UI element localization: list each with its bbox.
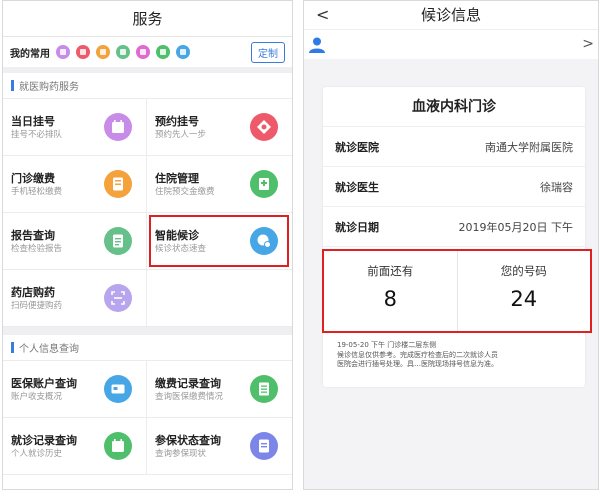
service-tile[interactable]: 医保账户查询 账户收支概况: [3, 361, 147, 418]
note-line: 候诊信息仅供参考。完成医疗检查后的二次就诊人员: [337, 350, 498, 359]
waiting-info-screen: < 候诊信息 > 血液内科门诊 就诊医院 南通大学附属医院就诊医生 徐瑞容就诊日期 2…: [303, 0, 599, 490]
favorite-app-icon[interactable]: [136, 45, 150, 59]
info-rows: 就诊医院 南通大学附属医院就诊医生 徐瑞容就诊日期 2019年05月20日 下午: [323, 127, 585, 247]
favorites-label: 我的常用: [10, 48, 50, 60]
section-header-personal: 个人信息查询: [3, 335, 292, 361]
favorites-bar: 我的常用 定制: [3, 37, 292, 73]
number-label: 您的号码: [500, 264, 547, 278]
section-divider: [3, 327, 292, 335]
calendar-icon: [104, 113, 132, 141]
service-tile[interactable]: 当日挂号 挂号不必排队: [3, 99, 147, 156]
waiting-note: 19-05-20 下午 门诊楼二层东侧 候诊信息仅供参考。完成医疗检查后的二次就诊…: [337, 341, 577, 370]
section-title: 就医购药服务: [19, 82, 79, 93]
favorite-app-icon[interactable]: [96, 45, 110, 59]
ahead-value: 8: [383, 287, 397, 311]
back-icon[interactable]: <: [316, 1, 329, 29]
number-value: 24: [510, 287, 538, 311]
my-number: 您的号码 24: [456, 251, 591, 331]
info-row: 就诊医院 南通大学附属医院: [323, 127, 585, 167]
section-title: 个人信息查询: [19, 344, 79, 355]
document-icon: [250, 432, 278, 460]
patient-selector[interactable]: >: [304, 29, 598, 59]
service-tile[interactable]: 药店购药 扫码便捷购药: [3, 270, 147, 327]
queue-count-box: 前面还有 8 您的号码 24: [322, 249, 592, 333]
card-icon: [104, 375, 132, 403]
info-row: 就诊日期 2019年05月20日 下午: [323, 207, 585, 247]
service-tile[interactable]: 预约挂号 预约先人一步: [147, 99, 292, 156]
services-grid: 当日挂号 挂号不必排队 预约挂号 预约先人一步 门诊缴费 手机轻松缴费 住院管理 住院预交金缴…: [3, 99, 292, 327]
service-tile[interactable]: 就诊记录查询 个人就诊历史: [3, 418, 147, 475]
ahead-count: 前面还有 8: [324, 251, 457, 331]
info-value: 2019年05月20日 下午: [458, 220, 574, 234]
service-tile[interactable]: 住院管理 住院预交金缴费: [147, 156, 292, 213]
note-line: 19-05-20 下午 门诊楼二层东侧: [337, 341, 437, 349]
personal-grid: 医保账户查询 账户收支概况 缴费记录查询 查询医保缴费情况 就诊记录查询 个人就诊历史 参保…: [3, 361, 292, 475]
empty-tile: [147, 270, 292, 327]
page-title: 服务: [3, 1, 292, 37]
info-value: 徐瑞容: [540, 180, 573, 194]
queue-icon: [250, 227, 278, 255]
service-tile[interactable]: 缴费记录查询 查询医保缴费情况: [147, 361, 292, 418]
info-label: 就诊医生: [335, 180, 379, 194]
info-row: 就诊医生 徐瑞容: [323, 167, 585, 207]
info-label: 就诊日期: [335, 220, 379, 234]
diamond-icon: [250, 113, 278, 141]
favorite-app-icon[interactable]: [176, 45, 190, 59]
info-value: 南通大学附属医院: [485, 140, 573, 154]
report-icon: [104, 227, 132, 255]
favorite-app-icon[interactable]: [156, 45, 170, 59]
info-label: 就诊医院: [335, 140, 379, 154]
receipt-icon: [250, 375, 278, 403]
payment-icon: [104, 170, 132, 198]
page-title: 候诊信息: [420, 6, 481, 24]
department-title: 血液内科门诊: [323, 87, 585, 127]
service-tile[interactable]: 智能候诊 候诊状态速查: [147, 213, 292, 270]
customize-button[interactable]: 定制: [251, 41, 285, 63]
ahead-label: 前面还有: [367, 264, 414, 278]
scan-icon: [104, 284, 132, 312]
section-bar: [11, 80, 14, 91]
hospital-icon: [250, 170, 278, 198]
section-bar: [11, 342, 14, 353]
service-tile[interactable]: 门诊缴费 手机轻松缴费: [3, 156, 147, 213]
services-screen: 服务 我的常用 定制 就医购药服务 当日挂号 挂号不必排队 预约挂号 预约先人一步 门诊…: [2, 0, 293, 490]
note-line: 医院会进行插号处理。具…医院现场排号信息为准。: [337, 360, 498, 368]
favorites-icons: [56, 45, 251, 59]
calendar-icon: [104, 432, 132, 460]
header: < 候诊信息: [304, 1, 598, 29]
favorite-app-icon[interactable]: [76, 45, 90, 59]
favorite-app-icon[interactable]: [56, 45, 70, 59]
service-tile[interactable]: 参保状态查询 查询参保现状: [147, 418, 292, 475]
chevron-right-icon[interactable]: >: [582, 36, 594, 52]
favorite-app-icon[interactable]: [116, 45, 130, 59]
user-icon: [309, 37, 325, 53]
service-tile[interactable]: 报告查询 检查检验报告: [3, 213, 147, 270]
section-header-medical: 就医购药服务: [3, 73, 292, 99]
